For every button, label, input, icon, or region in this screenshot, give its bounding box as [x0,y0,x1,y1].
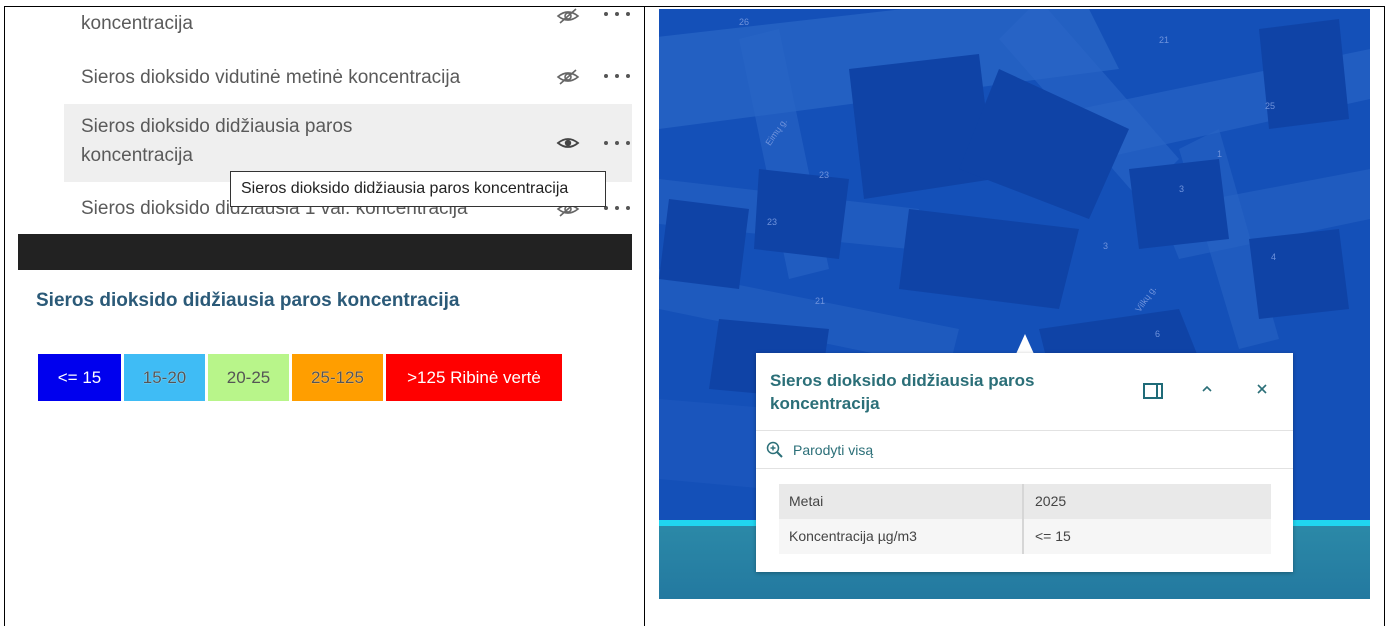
panel-separator-bar [18,234,632,270]
layer-label: Sieros dioksido didžiausia paros koncent… [81,112,551,170]
map-label: 21 [815,296,826,306]
eye-icon[interactable] [556,134,580,152]
more-options-icon[interactable] [604,206,630,212]
table-row: Koncentracija µg/m3 <= 15 [779,519,1271,554]
map-label: 21 [1159,35,1170,45]
table-border-right [1384,6,1385,626]
popup-pointer [1016,334,1034,354]
zoom-in-icon [766,441,783,458]
legend-class: 15-20 [124,354,205,401]
eye-off-icon[interactable] [556,7,580,25]
legend-class: <= 15 [38,354,121,401]
table-border-left [4,6,5,626]
more-options-icon[interactable] [604,74,630,80]
table-row: Metai 2025 [779,484,1271,519]
legend: <= 15 15-20 20-25 25-125 >125 Ribinė ver… [38,354,562,401]
map-label: 3 [1103,241,1109,251]
map-label: 1 [1217,149,1223,159]
legend-class: 20-25 [208,354,289,401]
layer-label-line1: Sieros dioksido didžiausia paros [81,116,353,137]
layer-item[interactable]: koncentracija [64,7,632,41]
table-border-middle [644,6,645,626]
attribute-key: Metai [779,484,1024,519]
attribute-key: Koncentracija µg/m3 [779,519,1024,554]
dock-icon[interactable] [1143,383,1163,399]
attribute-value: <= 15 [1035,528,1071,544]
close-icon[interactable] [1256,380,1272,396]
map-label: 6 [1155,329,1161,339]
map-label: 4 [1271,252,1277,262]
legend-class: 25-125 [292,354,383,401]
attribute-value: 2025 [1035,493,1067,509]
map-label: 26 [739,17,750,27]
layer-label: Sieros dioksido vidutinė metinė koncentr… [81,67,461,88]
popup-title: Sieros dioksido didžiausia paros koncent… [770,371,1035,413]
map-label: 3 [1179,184,1185,194]
layer-list-panel: koncentracija Sieros dioksido vidutinė m… [18,7,632,626]
chevron-up-icon[interactable] [1200,381,1216,397]
tooltip: Sieros dioksido didžiausia paros koncent… [230,171,606,207]
divider [756,430,1293,431]
legend-title: Sieros dioksido didžiausia paros koncent… [36,290,460,311]
divider [756,468,1293,469]
layer-label: koncentracija [81,13,193,34]
map-label: 23 [767,217,778,227]
map-label: 25 [1265,101,1276,111]
zoom-to-label: Parodyti visą [793,442,874,458]
attribute-table: Metai 2025 Koncentracija µg/m3 <= 15 [779,484,1271,554]
zoom-to-button[interactable]: Parodyti visą [766,439,873,461]
map-label: 23 [819,170,830,180]
legend-class: >125 Ribinė vertė [386,354,562,401]
layer-item[interactable]: Sieros dioksido vidutinė metinė koncentr… [64,59,632,95]
more-options-icon[interactable] [604,141,630,147]
layer-label-line2: koncentracija [81,145,193,166]
more-options-icon[interactable] [604,12,630,18]
eye-off-icon[interactable] [556,68,580,86]
feature-popup: Sieros dioksido didžiausia paros koncent… [756,353,1293,572]
